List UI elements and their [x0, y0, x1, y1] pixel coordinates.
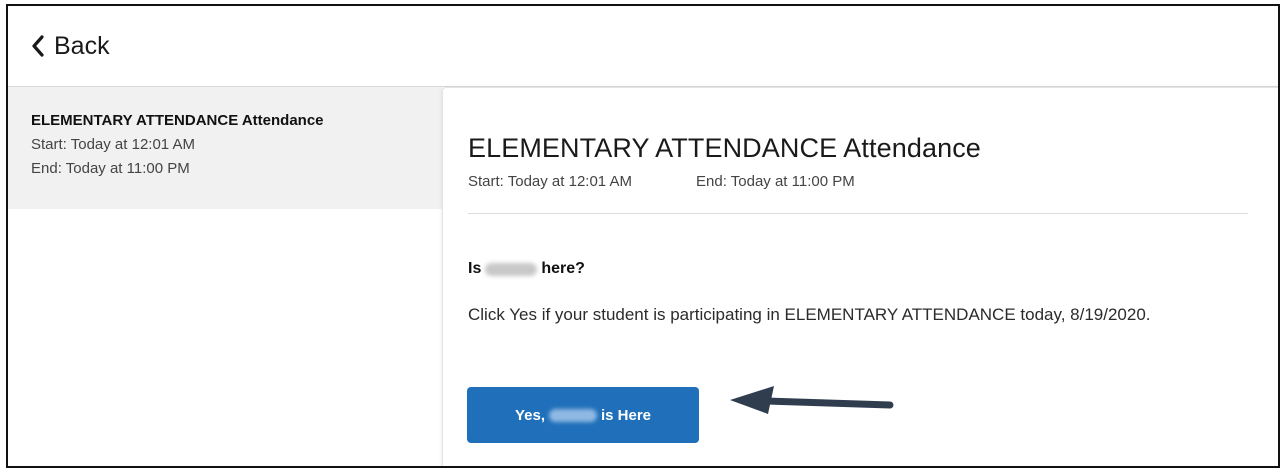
sidebar: ELEMENTARY ATTENDANCE Attendance Start: … — [8, 87, 442, 466]
chevron-left-icon — [32, 35, 44, 57]
question-suffix: here? — [541, 260, 585, 277]
button-prefix: Yes, — [514, 406, 545, 424]
start-time: Start: Today at 12:01 AM — [468, 173, 632, 190]
page-title: ELEMENTARY ATTENDANCE Attendance — [468, 133, 981, 163]
redacted-student-name — [485, 262, 538, 276]
sidebar-item-end: End: Today at 11:00 PM — [31, 160, 190, 177]
attendance-question: Is here? — [468, 260, 585, 278]
question-prefix: Is — [468, 260, 482, 277]
app-window: Back ELEMENTARY ATTENDANCE Attendance St… — [6, 4, 1280, 468]
sidebar-item-title: ELEMENTARY ATTENDANCE Attendance — [31, 112, 324, 129]
redacted-student-name — [548, 408, 597, 422]
top-bar: Back — [8, 6, 1278, 87]
back-button[interactable]: Back — [30, 28, 110, 64]
sidebar-item-elementary-attendance[interactable]: ELEMENTARY ATTENDANCE Attendance Start: … — [8, 87, 442, 209]
end-time: End: Today at 11:00 PM — [696, 173, 855, 190]
sidebar-item-start: Start: Today at 12:01 AM — [31, 136, 195, 153]
back-label: Back — [54, 31, 110, 60]
yes-student-is-here-button[interactable]: Yes, is Here — [467, 387, 699, 443]
annotation-arrow-icon — [730, 386, 894, 414]
button-suffix: is Here — [600, 406, 652, 424]
attendance-message: Click Yes if your student is participati… — [468, 305, 1151, 324]
divider — [468, 213, 1248, 214]
